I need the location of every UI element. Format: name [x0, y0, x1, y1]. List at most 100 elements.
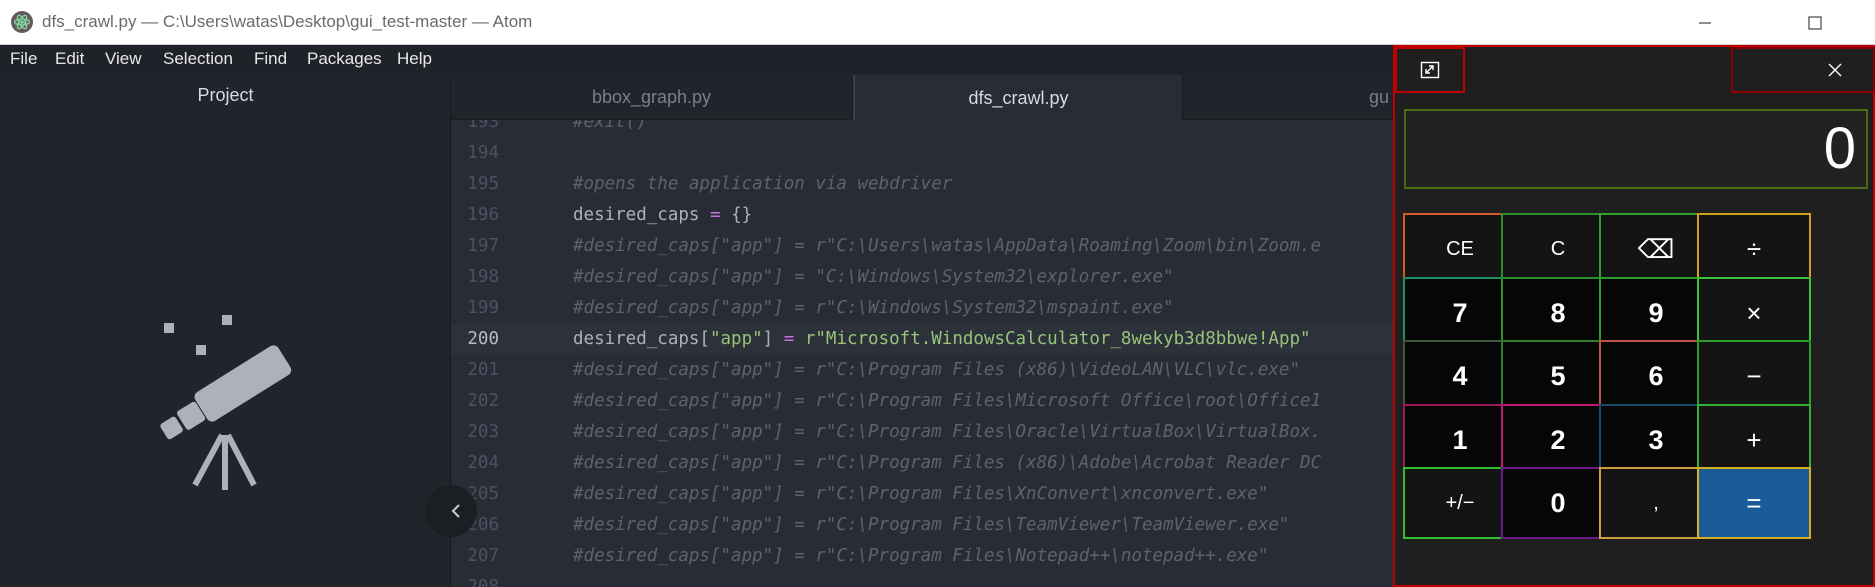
key-1[interactable]: 1 — [1403, 404, 1517, 476]
key-label: , — [1653, 491, 1659, 514]
code-text: #desired_caps["app"] = r"C:\Program File… — [573, 391, 1322, 411]
key-label: 2 — [1550, 424, 1566, 455]
atom-logo-icon — [11, 11, 33, 33]
code-line: 204 #desired_caps["app"] = r"C:\Program F… — [451, 448, 1395, 479]
tab-bbox-graph[interactable]: bbox_graph.py — [451, 75, 853, 120]
tab-dfs-crawl[interactable]: dfs_crawl.py — [853, 75, 1183, 121]
code-operator: = — [783, 329, 795, 349]
menu-bar: File Edit View Selection Find Packages H… — [0, 45, 1395, 75]
line-number: 201 — [467, 360, 499, 380]
line-number: 207 — [467, 546, 499, 566]
line-number: 198 — [467, 267, 499, 287]
collapse-tree-button[interactable] — [425, 485, 477, 537]
key-divide[interactable]: ÷ — [1697, 213, 1811, 285]
code-text: #desired_caps["app"] = r"C:\Program File… — [573, 453, 1322, 473]
key-8[interactable]: 8 — [1501, 277, 1615, 349]
line-number: 196 — [467, 205, 499, 225]
key-6[interactable]: 6 — [1599, 340, 1713, 412]
minimize-button[interactable] — [1675, 0, 1735, 45]
code-line: 196 desired_caps = {} — [451, 200, 1395, 231]
key-label: 5 — [1550, 360, 1566, 391]
key-label: ⌫ — [1637, 233, 1675, 264]
code-line-current: 200 desired_caps["app"] = r"Microsoft.Win… — [451, 324, 1395, 355]
menu-selection[interactable]: Selection — [163, 49, 233, 69]
code-line: 197 #desired_caps["app"] = r"C:\Users\wat… — [451, 231, 1395, 262]
minimize-icon — [1699, 21, 1711, 24]
key-multiply[interactable]: × — [1697, 277, 1811, 349]
menu-edit[interactable]: Edit — [55, 49, 84, 69]
code-text: #desired_caps["app"] = r"C:\Users\watas\… — [573, 236, 1322, 256]
code-line: 207 #desired_caps["app"] = r"C:\Program F… — [451, 541, 1395, 572]
code-line: 193 #exit() — [451, 120, 1395, 138]
key-label: 7 — [1452, 297, 1468, 328]
code-text: {} — [731, 205, 753, 225]
menu-find[interactable]: Find — [254, 49, 287, 69]
code-text: #desired_caps["app"] = "C:\Windows\Syste… — [573, 267, 1174, 287]
key-label: CE — [1446, 237, 1474, 260]
key-label: 8 — [1550, 297, 1566, 328]
code-variable: desired_caps[ — [573, 329, 710, 349]
code-editor[interactable]: 193 #exit() 194 195 #opens the application… — [451, 120, 1395, 587]
key-label: 0 — [1550, 487, 1566, 518]
key-decimal[interactable]: , — [1599, 467, 1713, 539]
calculator-window: 0 CE C ⌫ ÷ 7 8 9 × 4 5 6 − 1 2 3 + +/− 0, = — [1393, 45, 1875, 587]
key-5[interactable]: 5 — [1501, 340, 1615, 412]
keep-on-top-button[interactable] — [1395, 47, 1465, 93]
code-variable: desired_caps — [573, 205, 700, 225]
project-panel: Project — [0, 75, 451, 587]
line-number: 208 — [467, 577, 499, 587]
key-label: C — [1550, 237, 1566, 260]
window-title: dfs_crawl.py — C:\Users\watas\Desktop\gu… — [42, 12, 533, 31]
line-number: 200 — [467, 329, 499, 349]
key-label: 1 — [1452, 424, 1468, 455]
key-subtract[interactable]: − — [1697, 340, 1811, 412]
code-line: 203 #desired_caps["app"] = r"C:\Program F… — [451, 417, 1395, 448]
line-number: 194 — [467, 143, 499, 163]
menu-file[interactable]: File — [10, 49, 37, 69]
keep-on-top-icon — [1420, 61, 1440, 79]
menu-packages[interactable]: Packages — [307, 49, 382, 69]
maximize-icon — [1808, 15, 1822, 30]
key-7[interactable]: 7 — [1403, 277, 1517, 349]
code-text: #opens the application via webdriver — [573, 174, 953, 194]
menu-help[interactable]: Help — [397, 49, 432, 69]
code-line: 194 — [451, 138, 1395, 169]
key-3[interactable]: 3 — [1599, 404, 1713, 476]
project-panel-title[interactable]: Project — [0, 85, 451, 106]
key-label: + — [1746, 424, 1762, 455]
key-label: × — [1746, 297, 1762, 328]
key-label: ÷ — [1746, 233, 1762, 264]
key-ce[interactable]: CE — [1403, 213, 1517, 285]
code-text: #desired_caps["app"] = r"C:\Program File… — [573, 515, 1290, 535]
telescope-icon — [150, 315, 305, 495]
line-number: 195 — [467, 174, 499, 194]
key-backspace[interactable]: ⌫ — [1599, 213, 1713, 285]
code-line: 206 #desired_caps["app"] = r"C:\Program F… — [451, 510, 1395, 541]
key-9[interactable]: 9 — [1599, 277, 1713, 349]
key-label: 3 — [1648, 424, 1664, 455]
code-string: "app" — [709, 329, 763, 349]
tab-gui[interactable]: gu — [1183, 75, 1395, 120]
code-line: 198 #desired_caps["app"] = "C:\Windows\Sy… — [451, 262, 1395, 293]
code-text: #desired_caps["app"] = r"C:\Windows\Syst… — [573, 298, 1174, 318]
menu-view[interactable]: View — [105, 49, 142, 69]
key-label: 9 — [1648, 297, 1664, 328]
key-0[interactable]: 0 — [1501, 467, 1615, 539]
key-label: 6 — [1648, 360, 1664, 391]
result-display: 0 — [1404, 109, 1868, 189]
key-4[interactable]: 4 — [1403, 340, 1517, 412]
key-add[interactable]: + — [1697, 404, 1811, 476]
title-bar: dfs_crawl.py — C:\Users\watas\Desktop\gu… — [0, 0, 1875, 45]
close-button[interactable] — [1731, 47, 1875, 93]
line-number: 203 — [467, 422, 499, 442]
code-text: #desired_caps["app"] = r"C:\Program File… — [573, 546, 1269, 566]
key-equals[interactable]: = — [1697, 467, 1811, 539]
maximize-button[interactable] — [1785, 0, 1845, 45]
key-negate[interactable]: +/− — [1403, 467, 1517, 539]
chevron-left-icon — [451, 504, 460, 518]
line-number: 202 — [467, 391, 499, 411]
key-2[interactable]: 2 — [1501, 404, 1615, 476]
display-value: 0 — [1823, 116, 1856, 181]
code-line: 205 #desired_caps["app"] = r"C:\Program F… — [451, 479, 1395, 510]
key-c[interactable]: C — [1501, 213, 1615, 285]
